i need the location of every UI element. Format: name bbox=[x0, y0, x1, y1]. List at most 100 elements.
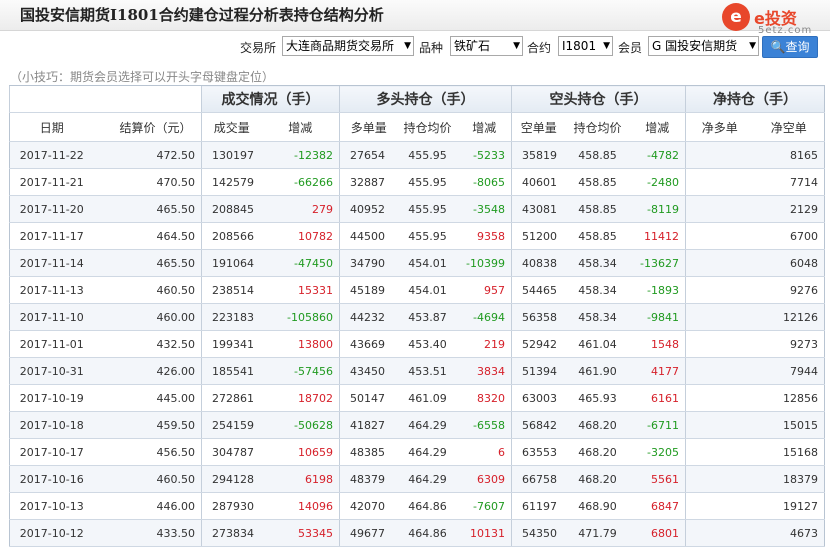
member-select[interactable]: G 国投安信期货 ▼ bbox=[648, 36, 759, 56]
col-net-long-cell bbox=[685, 465, 754, 493]
col-net-long-cell bbox=[685, 249, 754, 277]
col-short-avg-price-header: 持仓均价 bbox=[565, 112, 630, 142]
col-date-cell: 2017-11-22 bbox=[9, 141, 94, 169]
col-long-qty-header: 多单量 bbox=[339, 112, 398, 142]
col-volume-change-cell: 10782 bbox=[261, 222, 340, 250]
exchange-select[interactable]: 大连商品期货交易所 ▼ bbox=[282, 36, 414, 56]
col-net-short-cell: 9273 bbox=[753, 330, 825, 358]
col-short-avg-price-cell: 468.20 bbox=[565, 465, 630, 493]
col-settle-price-cell: 465.50 bbox=[93, 249, 202, 277]
col-long-qty-cell: 49677 bbox=[339, 519, 398, 547]
col-long-qty-cell: 43450 bbox=[339, 357, 398, 385]
table-row: 2017-10-13 446.00 287930 14096 42070 464.86 -7… bbox=[9, 492, 825, 520]
site-logo[interactable]: e e投资 5etz.com bbox=[722, 3, 830, 39]
col-short-change-cell: 6161 bbox=[629, 384, 686, 412]
table-row: 2017-10-16 460.50 294128 6198 48379 464.29 630… bbox=[9, 465, 825, 493]
col-long-change-cell: 10131 bbox=[457, 519, 512, 547]
variety-select[interactable]: 铁矿石 ▼ bbox=[450, 36, 523, 56]
col-short-change-cell: -2480 bbox=[629, 168, 686, 196]
table-row: 2017-11-14 465.50 191064 -47450 34790 454.01-… bbox=[9, 249, 825, 277]
col-short-avg-price-cell: 461.90 bbox=[565, 357, 630, 385]
col-long-change-cell: 957 bbox=[457, 276, 512, 304]
col-long-avg-price-header: 持仓均价 bbox=[397, 112, 458, 142]
title-bar: 国投安信期货I1801合约建仓过程分析表持仓结构分析 e e投资 5etz.co… bbox=[0, 0, 830, 36]
col-net-long-cell bbox=[685, 168, 754, 196]
col-short-qty-cell: 51394 bbox=[511, 357, 566, 385]
col-volume-change-cell: 15331 bbox=[261, 276, 340, 304]
col-settle-price-cell: 460.50 bbox=[93, 465, 202, 493]
col-net-long-cell bbox=[685, 519, 754, 547]
contract-label: 合约 bbox=[527, 41, 552, 55]
col-long-avg-price-cell: 464.29 bbox=[397, 438, 458, 466]
position-table: 成交情况（手） 多头持仓（手） 空头持仓（手） 净持仓（手） 日期 结算价（元）成… bbox=[9, 85, 825, 547]
col-net-short-header: 净空单 bbox=[753, 112, 825, 142]
col-net-long-header: 净多单 bbox=[685, 112, 754, 142]
col-long-qty-cell: 44500 bbox=[339, 222, 398, 250]
col-short-avg-price-cell: 458.34 bbox=[565, 303, 630, 331]
col-net-short-cell: 19127 bbox=[753, 492, 825, 520]
contract-select-value: I1801 bbox=[562, 39, 597, 53]
contract-select[interactable]: I1801 ▼ bbox=[558, 36, 613, 56]
col-short-qty-cell: 63003 bbox=[511, 384, 566, 412]
col-settle-price-header: 结算价（元） bbox=[93, 112, 202, 142]
query-button[interactable]: 🔍查询 bbox=[762, 36, 818, 58]
col-date-cell: 2017-10-13 bbox=[9, 492, 94, 520]
col-volume-cell: 142579 bbox=[201, 168, 262, 196]
col-short-qty-cell: 63553 bbox=[511, 438, 566, 466]
table-row: 2017-11-13 460.50 238514 15331 45189 454.01 95… bbox=[9, 276, 825, 304]
col-settle-price-cell: 460.00 bbox=[93, 303, 202, 331]
col-volume-change-cell: -47450 bbox=[261, 249, 340, 277]
col-volume-change-cell: 279 bbox=[261, 195, 340, 223]
col-short-change-cell: -1893 bbox=[629, 276, 686, 304]
col-short-avg-price-cell: 465.93 bbox=[565, 384, 630, 412]
col-long-avg-price-cell: 464.29 bbox=[397, 465, 458, 493]
col-date-cell: 2017-10-17 bbox=[9, 438, 94, 466]
col-settle-price-cell: 472.50 bbox=[93, 141, 202, 169]
col-volume-change-header: 增减 bbox=[261, 112, 340, 142]
col-volume-cell: 254159 bbox=[201, 411, 262, 439]
logo-mark-icon: e bbox=[722, 3, 750, 31]
exchange-select-value: 大连商品期货交易所 bbox=[286, 39, 395, 53]
col-settle-price-cell: 445.00 bbox=[93, 384, 202, 412]
col-short-change-cell: 5561 bbox=[629, 465, 686, 493]
col-net-short-cell: 6700 bbox=[753, 222, 825, 250]
col-short-qty-cell: 54350 bbox=[511, 519, 566, 547]
table-row: 2017-10-12 433.50 273834 53345 49677 464.86 10… bbox=[9, 519, 825, 547]
col-short-change-cell: -13627 bbox=[629, 249, 686, 277]
tip-text: （小技巧：期货会员选择可以开头字母键盘定位） bbox=[10, 70, 275, 84]
page-title: 国投安信期货I1801合约建仓过程分析表持仓结构分析 bbox=[20, 6, 384, 24]
group-header-short: 空头持仓（手） bbox=[511, 85, 686, 113]
col-short-avg-price-cell: 471.79 bbox=[565, 519, 630, 547]
col-short-qty-cell: 40838 bbox=[511, 249, 566, 277]
col-volume-change-cell: -66266 bbox=[261, 168, 340, 196]
table-row: 2017-11-21 470.50 142579 -66266 32887 455.95-… bbox=[9, 168, 825, 196]
col-settle-price-cell: 460.50 bbox=[93, 276, 202, 304]
col-settle-price-cell: 459.50 bbox=[93, 411, 202, 439]
table-row: 2017-10-18 459.50 254159 -50628 41827 464.29-… bbox=[9, 411, 825, 439]
col-net-short-cell: 12856 bbox=[753, 384, 825, 412]
group-header-volume: 成交情况（手） bbox=[201, 85, 340, 113]
col-long-change-cell: -5233 bbox=[457, 141, 512, 169]
col-short-qty-cell: 40601 bbox=[511, 168, 566, 196]
col-long-qty-cell: 50147 bbox=[339, 384, 398, 412]
col-date-cell: 2017-10-18 bbox=[9, 411, 94, 439]
col-long-avg-price-cell: 453.87 bbox=[397, 303, 458, 331]
col-long-change-cell: 6309 bbox=[457, 465, 512, 493]
col-net-short-cell: 6048 bbox=[753, 249, 825, 277]
member-select-value: G 国投安信期货 bbox=[652, 39, 738, 53]
col-volume-cell: 185541 bbox=[201, 357, 262, 385]
col-short-change-header: 增减 bbox=[629, 112, 686, 142]
col-date-cell: 2017-11-14 bbox=[9, 249, 94, 277]
col-net-short-cell: 15168 bbox=[753, 438, 825, 466]
col-long-avg-price-cell: 464.86 bbox=[397, 519, 458, 547]
col-long-avg-price-cell: 461.09 bbox=[397, 384, 458, 412]
col-net-long-cell bbox=[685, 357, 754, 385]
col-short-change-cell: -6711 bbox=[629, 411, 686, 439]
col-volume-change-cell: 6198 bbox=[261, 465, 340, 493]
col-short-change-cell: 6847 bbox=[629, 492, 686, 520]
filter-bar: 交易所 大连商品期货交易所 ▼ 品种 铁矿石 ▼ 合约 I1801 ▼ 会员 G… bbox=[0, 36, 830, 58]
col-volume-cell: 287930 bbox=[201, 492, 262, 520]
table-row: 2017-11-17 464.50 208566 10782 44500 455.95 93… bbox=[9, 222, 825, 250]
col-volume-change-cell: 14096 bbox=[261, 492, 340, 520]
col-net-long-cell bbox=[685, 276, 754, 304]
